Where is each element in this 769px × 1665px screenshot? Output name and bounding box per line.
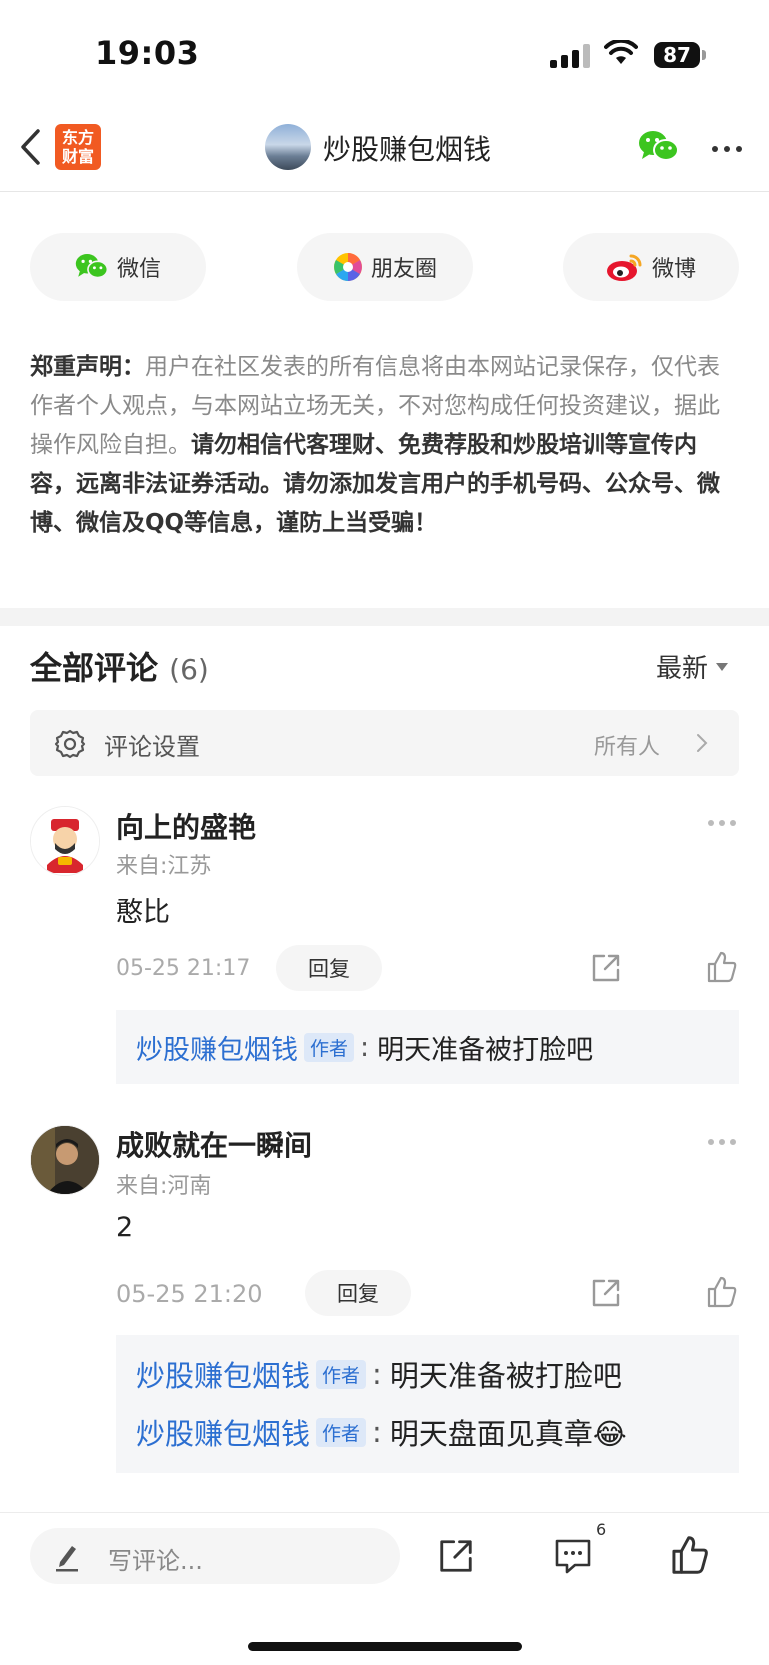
share-weibo-button[interactable]: 微博 [563,233,739,301]
reply-text: 明天准备被打脸吧 [389,1359,622,1393]
share-icon[interactable] [590,1277,622,1309]
comment-username[interactable]: 成败就在一瞬间 [116,1124,312,1164]
comment-text: 憨比 [116,897,170,928]
nav-divider [0,191,769,192]
back-arrow-icon[interactable] [18,128,42,166]
battery-indicator: 87 [654,42,700,68]
reply-author-name[interactable]: 炒股赚包烟钱 [136,1028,298,1067]
share-icon[interactable] [590,952,622,984]
chevron-right-icon [697,734,708,752]
comment-text: 2 [116,1212,134,1243]
avatar[interactable] [30,1125,100,1195]
wechat-share-icon[interactable] [638,130,680,164]
reply-colon: : [372,1357,382,1391]
author-badge: 作者 [316,1417,367,1447]
reply-button[interactable]: 回复 [305,1270,411,1316]
comment-input-placeholder: 写评论... [108,1547,203,1575]
reply-text: 明天准备被打脸吧 [377,1035,594,1066]
like-thumb-icon[interactable] [670,1534,710,1576]
moments-icon [333,253,362,281]
more-options-icon[interactable] [712,146,742,152]
comment-location: 来自:江苏 [116,854,212,879]
comments-count: (6) [169,653,209,686]
reply-colon: : [360,1032,370,1063]
comment-time: 05-25 21:17 [116,956,251,981]
comment-bubble-icon[interactable] [553,1537,593,1577]
reply-author-name[interactable]: 炒股赚包烟钱 [136,1411,310,1453]
battery-cap [702,50,706,60]
reply-text: 明天盘面见真章😂 [389,1417,627,1451]
weibo-icon [606,254,642,281]
author-avatar[interactable] [265,124,311,170]
sort-label: 最新 [656,654,709,684]
comment-location: 来自:河南 [116,1174,212,1199]
page-title[interactable]: 炒股赚包烟钱 [323,128,491,168]
author-badge: 作者 [304,1033,355,1062]
wifi-icon [604,40,638,64]
sort-dropdown[interactable]: 最新 [656,648,729,685]
caret-down-icon [716,662,729,671]
wechat-icon [75,254,109,279]
status-time: 19:03 [95,34,200,72]
share-wechat-label: 微信 [116,257,161,282]
comment-time: 05-25 21:20 [116,1280,263,1308]
comments-title: 全部评论 [30,649,159,687]
share-icon[interactable] [437,1537,475,1575]
gear-icon [54,729,86,759]
logo-text-line2: 财富 [61,147,94,166]
caishen-avatar-image [31,807,99,875]
comment-more-icon[interactable] [708,1139,736,1145]
person-avatar-image [31,1126,99,1194]
reply-item: 炒股赚包烟钱 作者 : 明天准备被打脸吧 [136,1353,622,1395]
like-thumb-icon[interactable] [706,950,738,984]
reply-thread: 炒股赚包烟钱 作者 : 明天准备被打脸吧 [116,1010,739,1084]
like-thumb-icon[interactable] [706,1275,738,1309]
disclaimer-label: 郑重声明： [30,354,145,380]
home-indicator [248,1642,522,1651]
share-moments-label: 朋友圈 [370,257,437,282]
share-weibo-label: 微博 [651,257,696,282]
share-wechat-button[interactable]: 微信 [30,233,206,301]
cellular-signal-icon [550,44,590,68]
author-badge: 作者 [316,1359,367,1389]
reply-button[interactable]: 回复 [276,945,382,991]
share-moments-button[interactable]: 朋友圈 [297,233,473,301]
reply-item: 炒股赚包烟钱 作者 : 明天盘面见真章😂 [136,1411,627,1453]
pen-icon [56,1546,78,1572]
reply-author-name[interactable]: 炒股赚包烟钱 [136,1353,310,1395]
comment-settings-label: 评论设置 [104,733,200,761]
reply-item: 炒股赚包烟钱 作者 : 明天准备被打脸吧 [136,1028,593,1067]
logo-text-line1: 东方 [61,128,94,147]
section-separator [0,608,769,626]
comment-settings-value: 所有人 [594,735,661,760]
reply-colon: : [372,1415,382,1449]
reply-thread: 炒股赚包烟钱 作者 : 明天准备被打脸吧 炒股赚包烟钱 作者 : 明天盘面见真章… [116,1335,739,1473]
disclaimer-text: 郑重声明：用户在社区发表的所有信息将由本网站记录保存，仅代表作者个人观点，与本网… [30,348,740,543]
eastmoney-logo[interactable]: 东方 财富 [55,124,101,170]
comment-count-badge: 6 [596,1520,607,1539]
comments-header: 全部评论 (6) [30,643,209,689]
bottom-bar-divider [0,1512,769,1513]
avatar[interactable] [30,806,100,876]
comment-username[interactable]: 向上的盛艳 [116,806,256,846]
comment-more-icon[interactable] [708,820,736,826]
comment-input[interactable] [30,1528,400,1584]
